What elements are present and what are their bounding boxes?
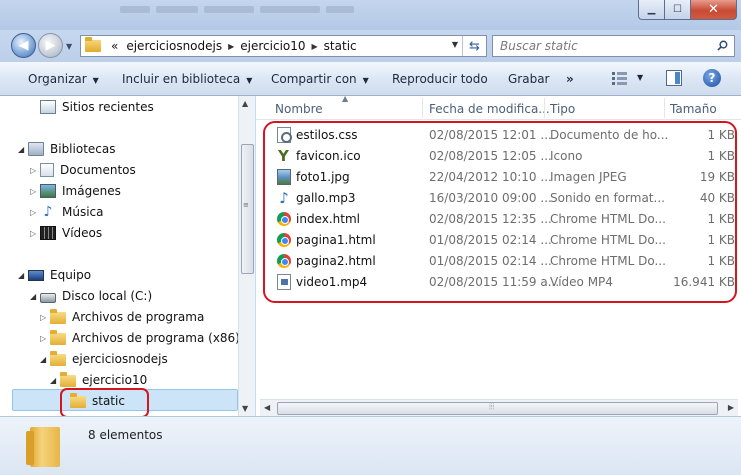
nav-recent-places[interactable]: Sitios recientes [40,97,154,117]
scroll-right-icon[interactable]: ▶ [728,403,734,412]
help-icon[interactable]: ? [703,69,721,87]
nav-libraries[interactable]: ◢ Bibliotecas [18,139,115,159]
share-with-menu[interactable]: Compartir con ▼ [271,72,369,86]
folder-icon [50,330,66,345]
navigation-pane: Sitios recientes ◢ Bibliotecas ▷ Documen… [0,96,255,416]
collapsed-arrow-icon[interactable]: ▷ [40,334,50,343]
recent-pages-dropdown[interactable]: ▼ [66,42,72,51]
annotation-ring-files [263,121,737,303]
refresh-button[interactable]: ⇆ [462,36,486,56]
file-list-hscrollbar[interactable]: ◀ ⦙⦙⦙ ▶ [260,399,738,416]
folder-icon [85,37,101,52]
nav-music[interactable]: ▷ ♪ Música [30,202,104,222]
breadcrumb-separator-icon[interactable]: ▶ [312,42,318,51]
scroll-down-icon[interactable]: ▼ [242,404,248,413]
expanded-arrow-icon[interactable]: ◢ [18,145,28,154]
preview-pane-icon[interactable] [666,70,682,86]
search-icon [717,40,728,51]
film-strip-icon [40,226,56,240]
folder-icon [50,309,66,324]
scroll-left-icon[interactable]: ◀ [264,403,270,412]
command-bar: Organizar ▼ Incluir en biblioteca ▼ Compar… [0,62,741,96]
back-arrow-icon: ◀ [18,38,29,53]
breadcrumb-ejercicio10[interactable]: ejercicio10 [240,39,305,53]
nav-program-files[interactable]: ▷ Archivos de programa [40,307,204,327]
back-button[interactable]: ◀ [11,33,36,58]
nav-ejerciciosnodejs[interactable]: ◢ ejerciciosnodejs [40,349,168,369]
nav-videos[interactable]: ▷ Vídeos [30,223,102,243]
scrollbar-thumb[interactable] [241,144,254,274]
play-all-button[interactable]: Reproducir todo [392,72,488,86]
change-view-icon[interactable] [612,71,628,85]
more-commands-button[interactable]: » [566,72,574,86]
search-placeholder: Buscar static [500,39,578,53]
nav-computer[interactable]: ◢ Equipo [18,265,91,285]
nav-ejercicio10[interactable]: ◢ ejercicio10 [50,370,147,390]
address-row: ◀ ▶ ▼ « ejerciciosnodejs ▶ ejercicio10 ▶… [0,30,741,62]
breadcrumb-separator-icon[interactable]: ▶ [228,42,234,51]
address-bar[interactable]: « ejerciciosnodejs ▶ ejercicio10 ▶ stati… [80,35,487,57]
nav-program-files-x86[interactable]: ▷ Archivos de programa (x86) [40,328,240,348]
documents-icon [40,163,54,177]
maximize-button[interactable]: ☐ [665,0,691,20]
expanded-arrow-icon[interactable]: ◢ [18,271,28,280]
computer-icon [28,269,44,281]
collapsed-arrow-icon[interactable]: ▷ [30,187,40,196]
breadcrumb-static[interactable]: static [324,39,357,53]
collapsed-arrow-icon[interactable]: ▷ [30,208,40,217]
images-icon [40,184,56,198]
forward-button[interactable]: ▶ [38,33,63,58]
sort-ascending-icon: ▲ [342,94,349,103]
expanded-arrow-icon[interactable]: ◢ [40,355,50,364]
include-library-menu[interactable]: Incluir en biblioteca ▼ [122,72,252,86]
column-name[interactable]: Nombre [275,102,323,116]
breadcrumb-overflow[interactable]: « [111,39,118,53]
nav-scrollbar[interactable]: ▲ ≡ ▼ [238,96,255,416]
collapsed-arrow-icon[interactable]: ▷ [30,229,40,238]
nav-local-disk[interactable]: ◢ Disco local (C:) [30,286,152,306]
scroll-grip-icon: ⦙⦙⦙ [489,402,495,411]
search-input[interactable]: Buscar static [492,35,735,57]
expanded-arrow-icon[interactable]: ◢ [50,376,60,385]
collapsed-arrow-icon[interactable]: ▷ [30,166,40,175]
refresh-icon: ⇆ [469,38,480,54]
scroll-up-icon[interactable]: ▲ [242,99,248,108]
hard-drive-icon [40,293,56,303]
folder-icon [60,372,76,387]
libraries-icon [28,142,44,156]
close-button[interactable]: ✕ [691,0,737,20]
folder-large-icon [26,427,60,467]
recent-places-icon [40,100,56,114]
forward-arrow-icon: ▶ [45,38,56,53]
scroll-grip-icon: ≡ [243,201,249,209]
dropdown-arrow-icon: ▼ [362,76,369,85]
organize-menu[interactable]: Organizar ▼ [28,72,99,86]
breadcrumb-ejerciciosnodejs[interactable]: ejerciciosnodejs [126,39,222,53]
folder-icon [50,351,66,366]
view-dropdown-icon[interactable]: ▼ [637,73,643,82]
collapsed-arrow-icon[interactable]: ▷ [40,313,50,322]
details-pane: 8 elementos [0,416,741,475]
column-date-modified[interactable]: Fecha de modifica... [429,102,550,116]
column-header-row: ▲ Nombre Fecha de modifica... Tipo Tamañ… [256,94,741,120]
item-count: 8 elementos [88,428,163,442]
annotation-ring-static-folder [60,388,149,418]
column-type[interactable]: Tipo [550,102,575,116]
menu-bar-blurred [120,2,370,14]
column-size[interactable]: Tamaño [670,102,717,116]
dropdown-arrow-icon: ▼ [246,76,253,85]
dropdown-arrow-icon: ▼ [92,76,99,85]
nav-images[interactable]: ▷ Imágenes [30,181,121,201]
expanded-arrow-icon[interactable]: ◢ [30,292,40,301]
address-dropdown-icon[interactable]: ▼ [452,40,458,49]
music-note-icon: ♪ [43,204,53,220]
minimize-button[interactable]: ▁ [638,0,665,20]
burn-button[interactable]: Grabar [508,72,550,86]
scrollbar-thumb[interactable] [277,402,718,415]
nav-documents[interactable]: ▷ Documentos [30,160,136,180]
title-bar: ▁ ☐ ✕ [0,0,741,30]
